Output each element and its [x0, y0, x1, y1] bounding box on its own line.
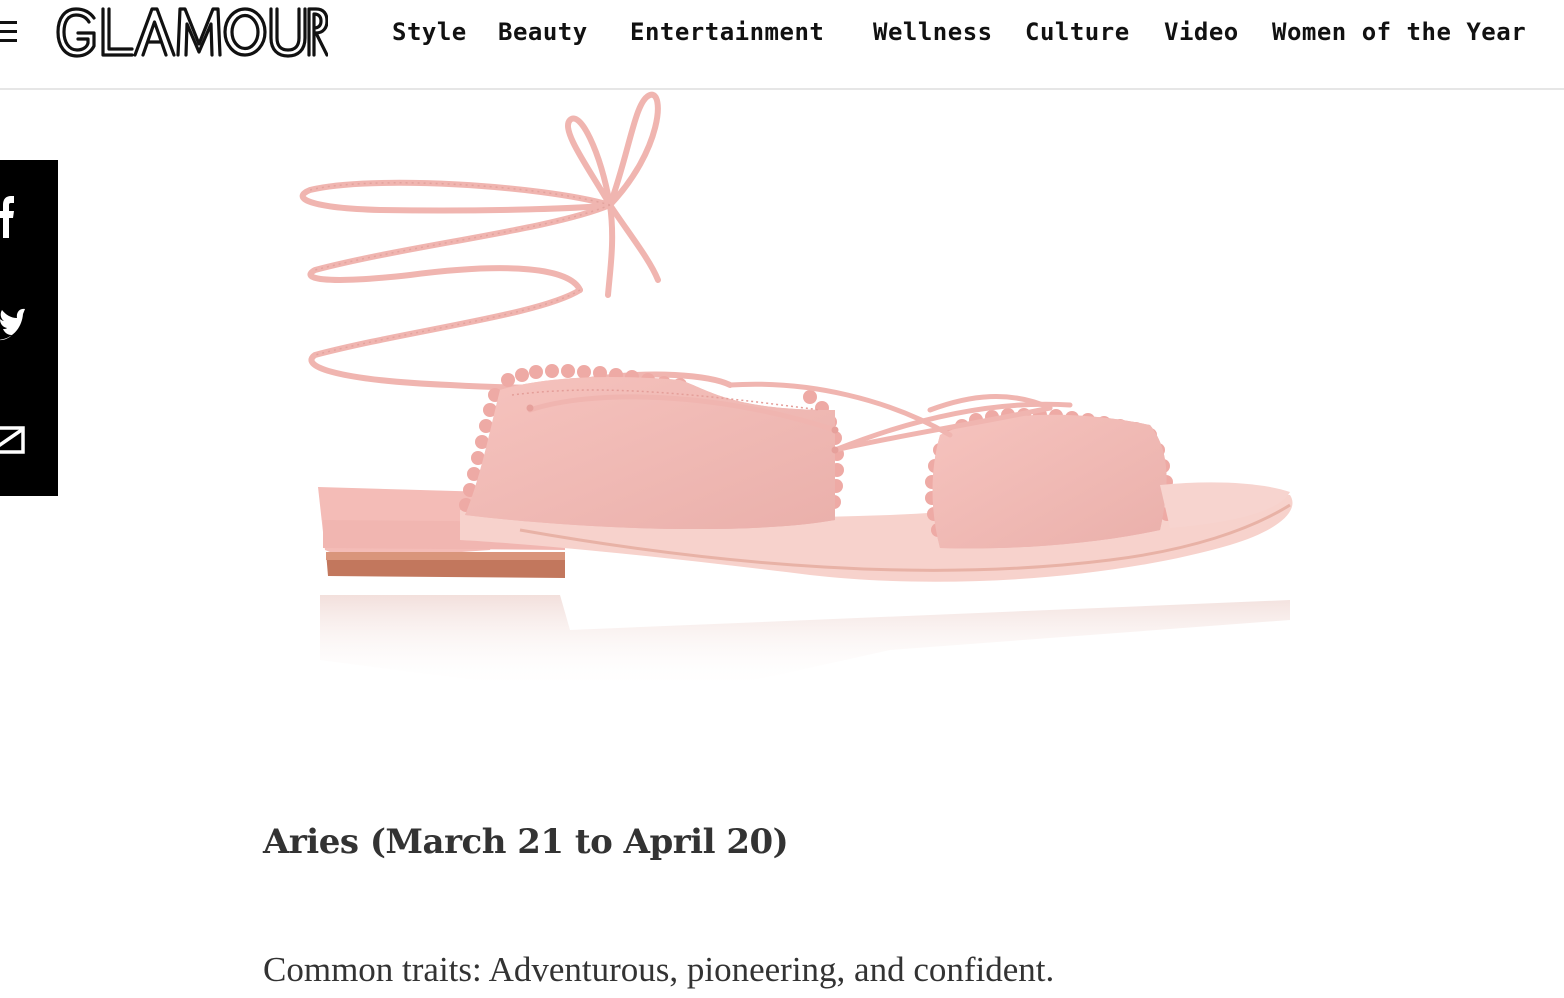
menu-icon[interactable]: [0, 21, 18, 43]
nav-item-wellness[interactable]: Wellness: [873, 14, 993, 50]
share-rail: [0, 160, 58, 496]
article-paragraph: Common traits: Adventurous, pioneering, …: [263, 950, 1055, 989]
facebook-share-button[interactable]: [0, 190, 40, 240]
nav-item-beauty[interactable]: Beauty: [498, 14, 588, 50]
nav-item-culture[interactable]: Culture: [1025, 14, 1130, 50]
email-share-button[interactable]: [0, 415, 40, 465]
twitter-icon: [0, 308, 25, 341]
nav-item-style[interactable]: Style: [392, 14, 467, 50]
section-heading: Aries (March 21 to April 20): [263, 822, 789, 862]
site-logo[interactable]: [56, 4, 328, 62]
product-image-sandal: [290, 90, 1310, 710]
site-header: Style Beauty Entertainment Wellness Cult…: [0, 0, 1564, 90]
nav-item-women-of-the-year[interactable]: Women of the Year: [1272, 14, 1526, 50]
article-page: Style Beauty Entertainment Wellness Cult…: [0, 0, 1564, 998]
email-icon: [0, 426, 25, 454]
nav-item-entertainment[interactable]: Entertainment: [630, 14, 824, 50]
twitter-share-button[interactable]: [0, 302, 40, 352]
nav-item-video[interactable]: Video: [1164, 14, 1239, 50]
facebook-icon: [0, 196, 14, 238]
